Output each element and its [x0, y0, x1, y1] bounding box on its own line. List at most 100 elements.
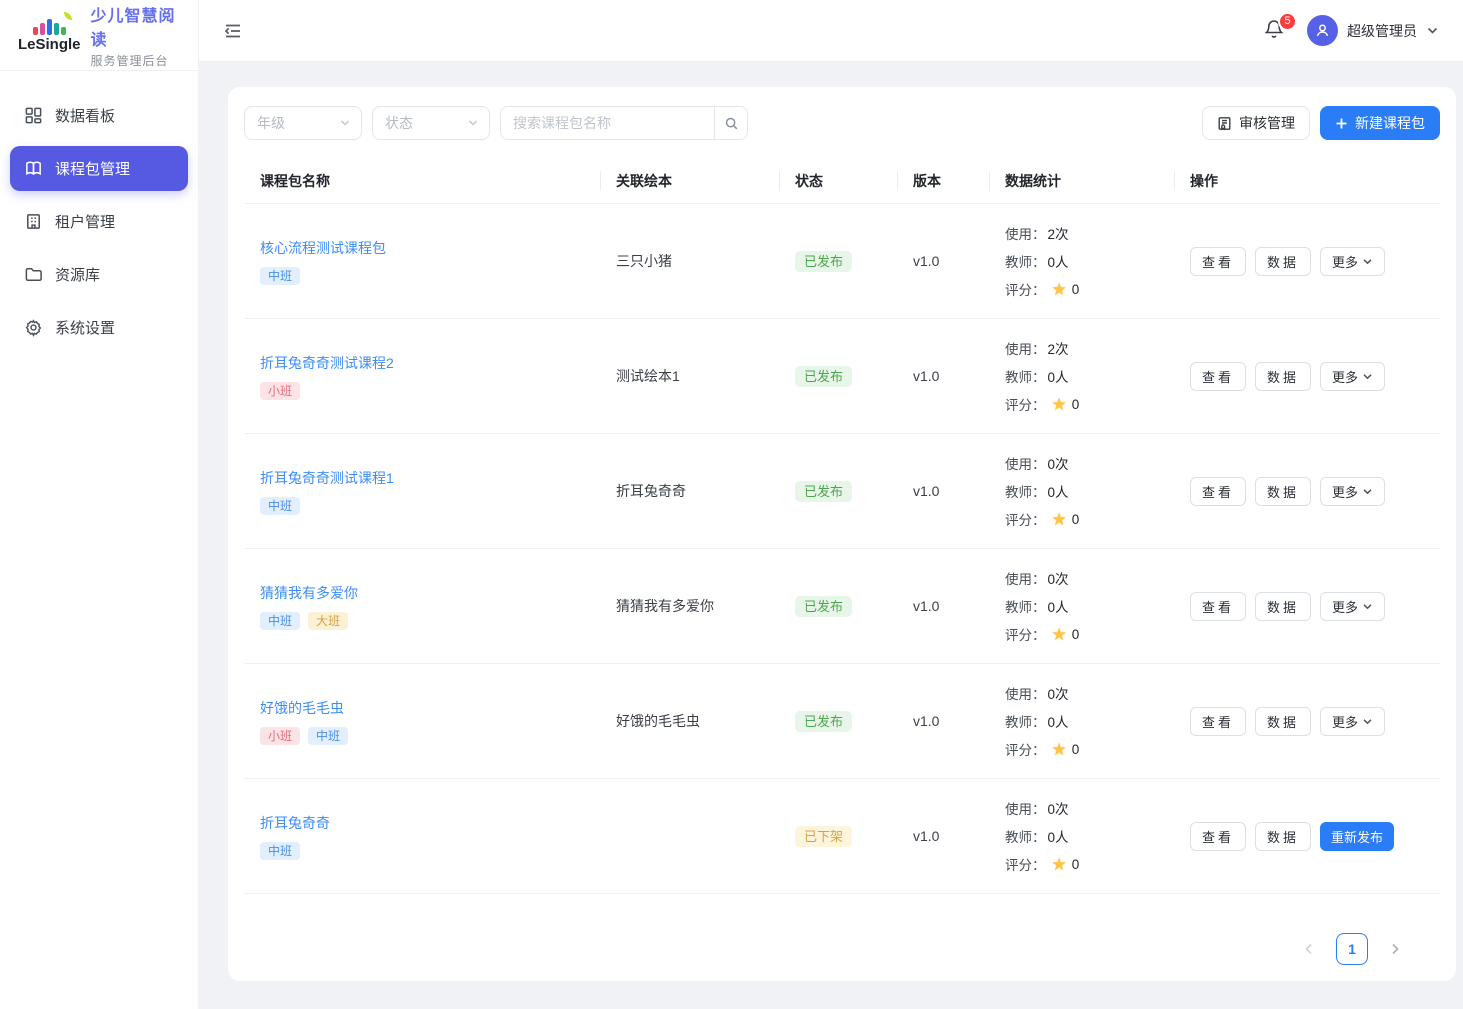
- course-name-link[interactable]: 好饿的毛毛虫: [260, 698, 344, 718]
- user-icon: [1314, 22, 1331, 39]
- course-name-link[interactable]: 折耳兔奇奇测试课程1: [260, 468, 394, 488]
- course-name-link[interactable]: 核心流程测试课程包: [260, 238, 386, 258]
- teachers-value: 0人: [1048, 481, 1069, 501]
- data-button[interactable]: 数据: [1255, 707, 1311, 736]
- rating-label: 评分：: [1005, 854, 1046, 874]
- more-button[interactable]: 更多: [1320, 592, 1385, 621]
- view-button[interactable]: 查看: [1190, 362, 1246, 391]
- sidebar-item-settings[interactable]: 系统设置: [10, 305, 188, 350]
- usage-value: 0次: [1048, 453, 1069, 473]
- republish-button[interactable]: 重新发布: [1320, 822, 1394, 851]
- dashboard-icon: [24, 106, 43, 125]
- table-row: 好饿的毛毛虫 小班 中班 好饿的毛毛虫 已发布 v1.0 使用：0次 教师：0人: [244, 664, 1440, 779]
- avatar: [1307, 15, 1338, 46]
- data-button[interactable]: 数据: [1255, 362, 1311, 391]
- teachers-value: 0人: [1048, 711, 1069, 731]
- more-button[interactable]: 更多: [1320, 477, 1385, 506]
- actions-cell: 查看 数据 更多: [1174, 477, 1440, 506]
- table-row: 猜猜我有多爱你 中班 大班 猜猜我有多爱你 已发布 v1.0 使用：0次 教师：…: [244, 549, 1440, 664]
- search-button[interactable]: [714, 107, 747, 139]
- sidebar-item-tenants[interactable]: 租户管理: [10, 199, 188, 244]
- book-cell: 猜猜我有多爱你: [600, 596, 779, 616]
- app-root: LeSingle 少儿智慧阅读 服务管理后台 数据看板 课程包管理 租户管理: [0, 0, 1463, 1009]
- grade-select[interactable]: 年级: [244, 106, 362, 140]
- actions-cell: 查看 数据 更多: [1174, 707, 1440, 736]
- course-name-link[interactable]: 折耳兔奇奇: [260, 813, 330, 833]
- create-button-label: 新建课程包: [1355, 113, 1425, 133]
- sidebar-item-course-packages[interactable]: 课程包管理: [10, 146, 188, 191]
- grade-select-placeholder: 年级: [257, 113, 285, 133]
- view-button[interactable]: 查看: [1190, 247, 1246, 276]
- filter-bar: 年级 状态: [244, 106, 1440, 140]
- view-button[interactable]: 查看: [1190, 707, 1246, 736]
- brand-title: 少儿智慧阅读: [91, 2, 186, 50]
- column-header-version: 版本: [897, 170, 989, 192]
- usage-label: 使用：: [1005, 453, 1046, 473]
- notification-bell[interactable]: 5: [1263, 18, 1289, 44]
- sidebar-collapse-button[interactable]: [223, 19, 247, 43]
- version-cell: v1.0: [897, 828, 989, 844]
- more-button[interactable]: 更多: [1320, 247, 1385, 276]
- data-button[interactable]: 数据: [1255, 592, 1311, 621]
- data-button[interactable]: 数据: [1255, 247, 1311, 276]
- grade-tag: 小班: [260, 382, 300, 400]
- usage-value: 2次: [1048, 338, 1069, 358]
- plus-icon: [1335, 117, 1348, 130]
- logo-bars-icon: [33, 17, 66, 35]
- status-badge: 已发布: [795, 251, 852, 272]
- prev-page-button[interactable]: [1294, 934, 1324, 964]
- teachers-value: 0人: [1048, 596, 1069, 616]
- logo-wordmark: LeSingle: [18, 36, 81, 53]
- status-badge: 已发布: [795, 481, 852, 502]
- rating-label: 评分：: [1005, 279, 1046, 299]
- create-course-package-button[interactable]: 新建课程包: [1320, 106, 1440, 140]
- page-1-button[interactable]: 1: [1336, 933, 1368, 965]
- course-name-link[interactable]: 猜猜我有多爱你: [260, 583, 358, 603]
- rating-value: 0: [1072, 282, 1080, 297]
- course-package-table: 课程包名称 关联绘本 状态 版本 数据统计 操作 核心流程测试课程包 中班 三只: [244, 159, 1440, 917]
- main-area: 5 超级管理员 年级: [199, 0, 1463, 1009]
- usage-label: 使用：: [1005, 683, 1046, 703]
- view-button[interactable]: 查看: [1190, 592, 1246, 621]
- rating-star-icon: ★: [1052, 281, 1067, 298]
- usage-label: 使用：: [1005, 568, 1046, 588]
- view-button[interactable]: 查看: [1190, 822, 1246, 851]
- grade-tag: 中班: [260, 612, 300, 630]
- data-button[interactable]: 数据: [1255, 477, 1311, 506]
- rating-value: 0: [1072, 397, 1080, 412]
- search-input[interactable]: [501, 107, 714, 139]
- chevron-down-icon: [1426, 24, 1439, 37]
- more-button[interactable]: 更多: [1320, 362, 1385, 391]
- table-row: 折耳兔奇奇测试课程2 小班 测试绘本1 已发布 v1.0 使用：2次 教师：0人…: [244, 319, 1440, 434]
- sidebar-item-resources[interactable]: 资源库: [10, 252, 188, 297]
- audit-button-label: 审核管理: [1239, 113, 1295, 133]
- building-icon: [24, 212, 43, 231]
- actions-cell: 查看 数据 重新发布: [1174, 822, 1440, 851]
- more-button[interactable]: 更多: [1320, 707, 1385, 736]
- brand-block: LeSingle 少儿智慧阅读 服务管理后台: [0, 0, 198, 71]
- search-icon: [724, 116, 739, 131]
- search-box: [500, 106, 748, 140]
- version-cell: v1.0: [897, 253, 989, 269]
- sidebar-item-label: 资源库: [55, 264, 100, 285]
- audit-management-button[interactable]: 审核管理: [1202, 106, 1310, 140]
- data-button[interactable]: 数据: [1255, 822, 1311, 851]
- sidebar-item-label: 租户管理: [55, 211, 115, 232]
- course-name-link[interactable]: 折耳兔奇奇测试课程2: [260, 353, 394, 373]
- book-cell: 测试绘本1: [600, 366, 779, 386]
- status-select[interactable]: 状态: [372, 106, 490, 140]
- teachers-label: 教师：: [1005, 366, 1046, 386]
- teachers-label: 教师：: [1005, 251, 1046, 271]
- rating-label: 评分：: [1005, 394, 1046, 414]
- next-page-button[interactable]: [1380, 934, 1410, 964]
- chevron-down-icon: [1362, 371, 1373, 382]
- sidebar-item-dashboard[interactable]: 数据看板: [10, 93, 188, 138]
- view-button[interactable]: 查看: [1190, 477, 1246, 506]
- stats-cell: 使用：0次 教师：0人 评分：★0: [989, 568, 1174, 644]
- chevron-down-icon: [1362, 256, 1373, 267]
- teachers-label: 教师：: [1005, 481, 1046, 501]
- menu-fold-icon: [223, 21, 243, 41]
- user-menu[interactable]: 超级管理员: [1307, 15, 1439, 46]
- rating-value: 0: [1072, 742, 1080, 757]
- chevron-down-icon: [339, 117, 351, 129]
